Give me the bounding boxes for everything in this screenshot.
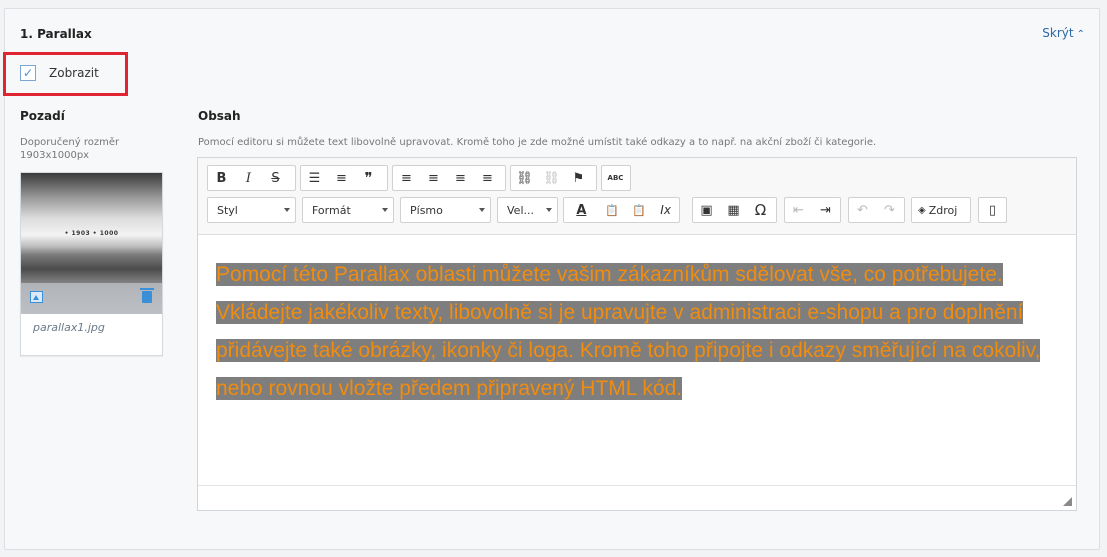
bulleted-list-icon[interactable]: ☰ <box>301 166 328 190</box>
align-center-icon[interactable]: ≡ <box>420 166 447 190</box>
background-image-card: • 1903 • 1000 parallax1.jpg <box>20 172 163 356</box>
redo-icon[interactable]: ↷ <box>876 198 903 222</box>
font-select-label: Písmo <box>410 203 443 217</box>
indent-group: ⇤ ⇥ <box>784 197 841 223</box>
source-group: ◈ Zdroj <box>911 197 971 223</box>
justify-icon[interactable]: ≡ <box>474 166 501 190</box>
chevron-down-icon <box>546 208 552 212</box>
paste-text-icon[interactable]: 📋 <box>625 198 652 222</box>
anchor-flag-icon[interactable]: ⚑ <box>565 166 592 190</box>
chevron-down-icon <box>479 208 485 212</box>
editor-content-area[interactable]: Pomocí této Parallax oblasti můžete vaši… <box>216 256 1056 408</box>
history-group: ↶ ↷ <box>848 197 905 223</box>
special-char-icon[interactable]: Ω <box>747 198 774 222</box>
content-hint: Pomocí editoru si můžete text libovolně … <box>198 137 877 148</box>
link-group: ⛓ ⛓ ⚑ <box>510 165 597 191</box>
source-icon: ◈ <box>918 204 926 216</box>
strike-button[interactable]: S <box>262 166 289 190</box>
background-hint: Doporučený rozměr 1903x1000px <box>20 137 120 161</box>
link-icon[interactable]: ⛓ <box>511 166 538 190</box>
size-select[interactable]: Vel... <box>497 197 558 223</box>
basic-styles-group: B I S <box>207 165 296 191</box>
indent-icon[interactable]: ⇥ <box>812 198 839 222</box>
content-heading: Obsah <box>198 109 241 123</box>
source-label: Zdroj <box>928 203 958 217</box>
format-select-label: Formát <box>312 203 351 217</box>
background-heading: Pozadí <box>20 109 65 123</box>
numbered-list-icon[interactable]: ≡ <box>328 166 355 190</box>
chevron-down-icon <box>382 208 388 212</box>
insert-group: ▣ ▦ Ω <box>692 197 777 223</box>
color-paste-group: A 📋 📋 Ix <box>563 197 680 223</box>
table-icon[interactable]: ▦ <box>720 198 747 222</box>
spellcheck-group: ABC <box>601 165 631 191</box>
size-select-label: Vel... <box>507 203 534 217</box>
background-thumbnail[interactable]: • 1903 • 1000 <box>21 173 162 314</box>
source-button[interactable]: ◈ Zdroj <box>912 198 963 222</box>
chevron-down-icon <box>284 208 290 212</box>
blockquote-icon[interactable]: ❞ <box>355 166 382 190</box>
editor-content-text: Pomocí této Parallax oblasti můžete vaši… <box>216 263 1041 400</box>
clear-format-icon[interactable]: Ix <box>652 198 679 222</box>
format-select[interactable]: Formát <box>302 197 394 223</box>
editor-footer <box>198 485 1076 510</box>
check-icon: ✓ <box>22 66 34 80</box>
section-title: 1. Parallax <box>20 27 92 41</box>
align-right-icon[interactable]: ≡ <box>447 166 474 190</box>
style-select-label: Styl <box>217 203 238 217</box>
hide-toggle-label: Skrýt <box>1042 26 1074 40</box>
resize-handle-icon[interactable] <box>1063 497 1072 506</box>
maximize-icon[interactable]: ▯ <box>979 198 1006 222</box>
italic-button[interactable]: I <box>235 166 262 190</box>
image-icon[interactable]: ▣ <box>693 198 720 222</box>
bold-button[interactable]: B <box>208 166 235 190</box>
trash-icon[interactable] <box>140 288 154 303</box>
outdent-icon[interactable]: ⇤ <box>785 198 812 222</box>
hide-toggle-link[interactable]: Skrýt ⌃ <box>1042 26 1085 40</box>
unlink-icon[interactable]: ⛓ <box>538 166 565 190</box>
maximize-group: ▯ <box>978 197 1007 223</box>
thumbnail-caption: • 1903 • 1000 <box>64 230 119 237</box>
text-color-icon[interactable]: A <box>564 198 599 222</box>
style-select[interactable]: Styl <box>207 197 296 223</box>
list-group: ☰ ≡ ❞ <box>300 165 388 191</box>
show-checkbox[interactable]: ✓ <box>20 65 36 81</box>
paste-icon[interactable]: 📋 <box>599 198 626 222</box>
align-left-icon[interactable]: ≡ <box>393 166 420 190</box>
font-select[interactable]: Písmo <box>400 197 491 223</box>
editor-toolbar: B I S ☰ ≡ ❞ ≡ ≡ ≡ ≡ ⛓ ⛓ ⚑ ABC Styl Formá… <box>198 158 1076 235</box>
align-group: ≡ ≡ ≡ ≡ <box>392 165 506 191</box>
chevron-up-icon: ⌃ <box>1076 29 1085 40</box>
edit-image-icon[interactable] <box>30 291 43 303</box>
undo-icon[interactable]: ↶ <box>849 198 876 222</box>
rich-text-editor: B I S ☰ ≡ ❞ ≡ ≡ ≡ ≡ ⛓ ⛓ ⚑ ABC Styl Formá… <box>197 157 1077 511</box>
image-filename: parallax1.jpg <box>33 321 105 334</box>
show-checkbox-label[interactable]: Zobrazit <box>49 66 99 80</box>
spellcheck-icon[interactable]: ABC <box>602 166 629 190</box>
